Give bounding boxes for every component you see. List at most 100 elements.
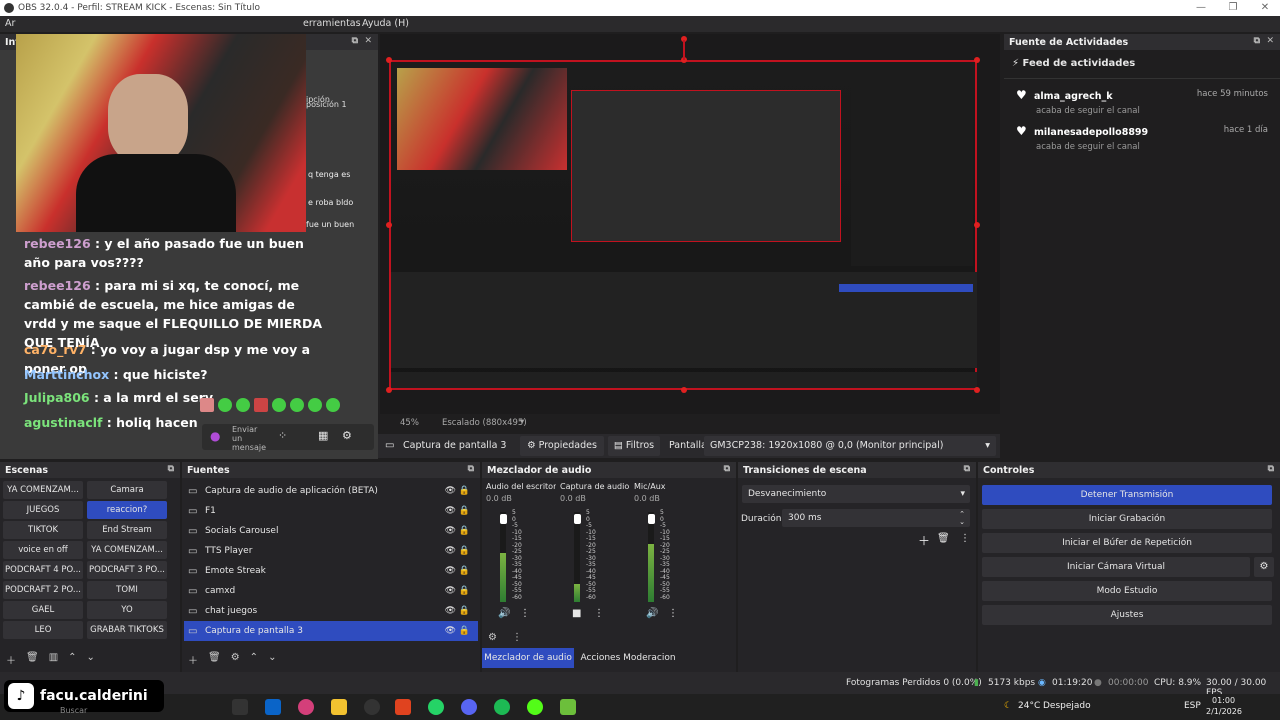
source-item[interactable]: ▭ TTS Player 👁 🔒 (184, 541, 478, 561)
eye-icon[interactable]: 👁 (445, 546, 456, 556)
scene-item[interactable]: YA COMENZAM... (3, 481, 83, 499)
brave-icon[interactable] (395, 699, 411, 715)
clock-time[interactable]: 01:00 (1212, 696, 1235, 705)
folder-icon[interactable] (331, 699, 347, 715)
settings-icon[interactable]: ⚙ (342, 429, 352, 442)
discord-icon[interactable] (461, 699, 477, 715)
kick-icon[interactable] (527, 699, 543, 715)
lock-icon[interactable]: 🔒 (459, 526, 470, 536)
whatsapp-icon[interactable] (428, 699, 444, 715)
float-icon[interactable]: ⧉ (1268, 464, 1274, 474)
resize-handle[interactable] (974, 387, 980, 393)
mic-icon[interactable]: ● (210, 429, 220, 443)
add-icon[interactable]: ＋ (6, 652, 16, 667)
lock-icon[interactable]: 🔒 (459, 626, 470, 636)
lock-icon[interactable]: 🔒 (459, 566, 470, 576)
scene-item[interactable]: YA COMENZAM... (87, 541, 167, 559)
tab-mixer[interactable]: Mezclador de audio (482, 648, 574, 668)
up-icon[interactable]: ⌃ (68, 652, 76, 667)
more-icon[interactable]: ⋮ (594, 608, 604, 619)
scene-item[interactable]: GRABAR TIKTOKS (87, 621, 167, 639)
store-icon[interactable] (265, 699, 281, 715)
muted-icon[interactable]: ■ (572, 608, 581, 619)
lock-icon[interactable]: 🔒 (459, 546, 470, 556)
source-item[interactable]: ▭ Socials Carousel 👁 🔒 (184, 521, 478, 541)
resize-handle[interactable] (386, 57, 392, 63)
volume-fader[interactable] (500, 514, 507, 524)
app-icon[interactable] (298, 699, 314, 715)
resize-handle[interactable] (974, 222, 980, 228)
resize-handle[interactable] (974, 57, 980, 63)
filter-icon[interactable]: ▥ (49, 652, 58, 667)
maximize-icon[interactable]: ❐ (1218, 0, 1248, 16)
scene-item[interactable]: End Stream (87, 521, 167, 539)
eye-icon[interactable]: 👁 (445, 626, 456, 636)
eye-icon[interactable]: 👁 (445, 586, 456, 596)
resize-handle[interactable] (681, 387, 687, 393)
spotify-icon[interactable] (494, 699, 510, 715)
task-view-icon[interactable] (232, 699, 248, 715)
volume-meter[interactable] (574, 512, 580, 602)
eye-icon[interactable]: 👁 (445, 566, 456, 576)
start-recording-button[interactable]: Iniciar Grabación (982, 509, 1272, 529)
chat-input[interactable]: ● Enviar un mensaje ⁘ ▦ ⚙ (202, 424, 374, 452)
lock-icon[interactable]: 🔒 (459, 506, 470, 516)
volume-meter[interactable] (500, 512, 506, 602)
minecraft-icon[interactable] (560, 699, 576, 715)
studio-mode-button[interactable]: Modo Estudio (982, 581, 1272, 601)
source-item[interactable]: ▭ Emote Streak 👁 🔒 (184, 561, 478, 581)
close-dock-icon[interactable]: ✕ (364, 36, 372, 46)
minimize-icon[interactable]: — (1186, 0, 1216, 16)
scene-item[interactable]: LEO (3, 621, 83, 639)
scene-item[interactable]: TOMI (87, 581, 167, 599)
language[interactable]: ESP (1184, 701, 1201, 711)
settings-button[interactable]: Ajustes (982, 605, 1272, 625)
gear-icon[interactable]: ⚙ (231, 652, 240, 667)
volume-fader[interactable] (648, 514, 655, 524)
scene-item[interactable]: PODCRAFT 4 PO... (3, 561, 83, 579)
scene-item[interactable]: YO (87, 601, 167, 619)
resize-handle[interactable] (386, 387, 392, 393)
add-transition-icon[interactable]: ＋ (918, 532, 930, 549)
eye-icon[interactable]: 👁 (445, 526, 456, 536)
float-icon[interactable]: ⧉ (468, 464, 474, 474)
down-icon[interactable]: ⌄ (87, 652, 95, 667)
virtual-camera-button[interactable]: Iniciar Cámara Virtual (982, 557, 1250, 577)
trash-icon[interactable]: 🗑 (937, 533, 950, 544)
speaker-icon[interactable]: 🔊 (646, 608, 658, 619)
mixer-gear-icon[interactable]: ⚙ (488, 632, 497, 643)
float-icon[interactable]: ⧉ (964, 464, 970, 474)
chevron-down-icon[interactable]: ▾ (520, 417, 524, 427)
source-item[interactable]: ▭ F1 👁 🔒 (184, 501, 478, 521)
preview-stream-frame[interactable]: facu.calderini (389, 60, 977, 390)
more-icon[interactable]: ⋮ (668, 608, 678, 619)
scaling-label[interactable]: Escalado (880x495) (442, 418, 527, 428)
stop-stream-button[interactable]: Detener Transmisión (982, 485, 1272, 505)
source-item[interactable]: ▭ camxd 👁 🔒 (184, 581, 478, 601)
replay-buffer-button[interactable]: Iniciar el Búfer de Repetición (982, 533, 1272, 553)
tab-moderation[interactable]: Acciones Moderacion (578, 648, 678, 668)
eye-icon[interactable]: 👁 (445, 486, 456, 496)
source-item[interactable]: ▭ Captura de pantalla 3 👁 🔒 (184, 621, 478, 641)
duration-input[interactable]: 300 ms ⌃ ⌄ (782, 509, 970, 527)
up-icon[interactable]: ⌃ (250, 652, 258, 667)
float-icon[interactable]: ⧉ (1254, 36, 1260, 46)
clock-date[interactable]: 2/1/2026 (1206, 707, 1242, 716)
float-icon[interactable]: ⧉ (168, 464, 174, 474)
volume-meter[interactable] (648, 512, 654, 602)
speaker-icon[interactable]: 🔊 (498, 608, 510, 619)
trash-icon[interactable]: 🗑 (208, 652, 221, 667)
menu-archivo[interactable]: Ar (5, 18, 15, 29)
zoom-level[interactable]: 45% (400, 418, 419, 428)
properties-button[interactable]: ⚙ Propiedades (520, 436, 604, 456)
close-icon[interactable]: ✕ (1250, 0, 1280, 16)
lock-icon[interactable]: 🔒 (459, 606, 470, 616)
more-icon[interactable]: ⋮ (520, 608, 530, 619)
transition-select[interactable]: Desvanecimiento ▾ (742, 485, 970, 503)
scene-item[interactable]: GAEL (3, 601, 83, 619)
scene-item[interactable]: reaccion? (87, 501, 167, 519)
scene-item[interactable]: voice en off (3, 541, 83, 559)
more-icon[interactable]: ⋮ (960, 533, 970, 544)
scene-item[interactable]: JUEGOS (3, 501, 83, 519)
filters-button[interactable]: ▤ Filtros (608, 436, 660, 456)
